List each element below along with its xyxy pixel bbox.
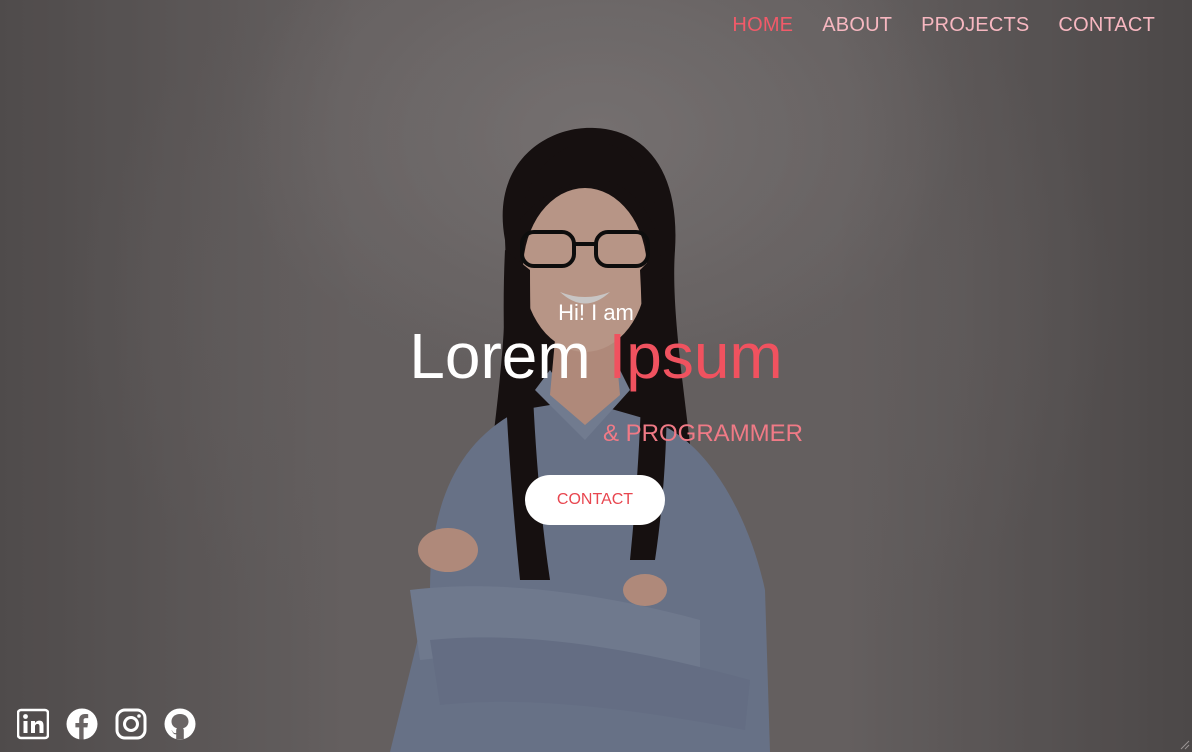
- social-links: [17, 708, 196, 740]
- hero-role: & PROGRAMMER: [603, 420, 804, 447]
- instagram-icon: [115, 708, 147, 740]
- nav-item-about[interactable]: ABOUT: [822, 14, 892, 37]
- nav-item-contact[interactable]: CONTACT: [1058, 14, 1155, 37]
- nav-item-home[interactable]: HOME: [732, 14, 793, 37]
- contact-button[interactable]: CONTACT: [525, 475, 665, 525]
- hero-name: Lorem Ipsum: [0, 318, 1192, 394]
- facebook-link[interactable]: [66, 708, 98, 740]
- resize-grip-icon[interactable]: [1180, 740, 1190, 750]
- hero-last-name: Ipsum: [608, 320, 783, 392]
- linkedin-icon: [17, 708, 49, 740]
- linkedin-link[interactable]: [17, 708, 49, 740]
- hero-first-name: Lorem: [409, 320, 591, 392]
- main-nav: HOME ABOUT PROJECTS CONTACT: [732, 14, 1155, 37]
- nav-item-projects[interactable]: PROJECTS: [921, 14, 1029, 37]
- github-icon: [164, 708, 196, 740]
- github-link[interactable]: [164, 708, 196, 740]
- instagram-link[interactable]: [115, 708, 147, 740]
- facebook-icon: [66, 708, 98, 740]
